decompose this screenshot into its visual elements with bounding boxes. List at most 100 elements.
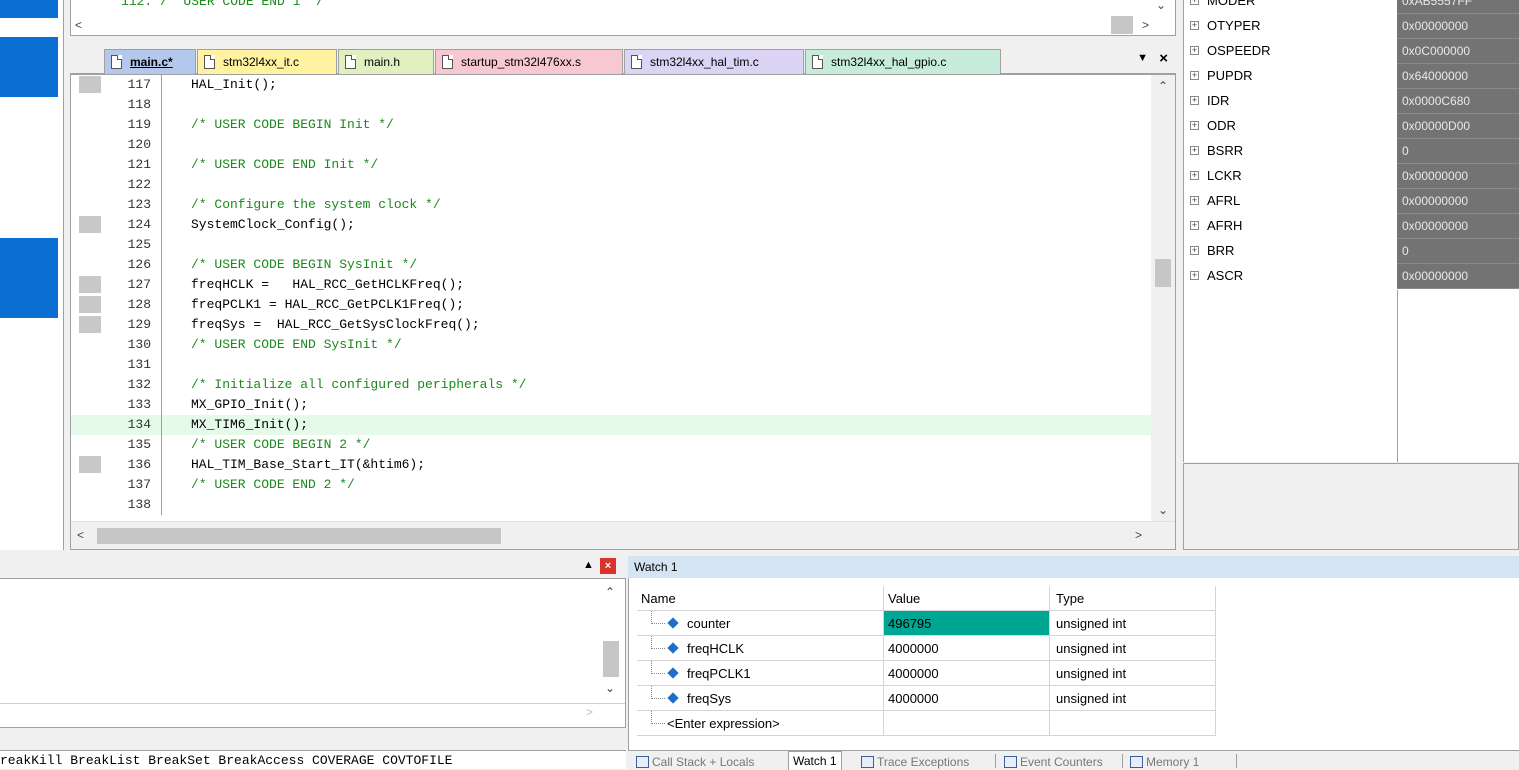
- expand-icon[interactable]: +: [1190, 71, 1199, 80]
- command-output[interactable]: ⌃ ⌄ >: [0, 578, 626, 728]
- register-value[interactable]: 0x00000000: [1397, 14, 1519, 39]
- expand-icon[interactable]: +: [1190, 246, 1199, 255]
- scroll-down-icon[interactable]: ⌄: [1156, 0, 1166, 12]
- expand-icon[interactable]: +: [1190, 271, 1199, 280]
- scroll-down-icon[interactable]: ⌄: [1158, 503, 1168, 517]
- code-line[interactable]: 120: [71, 135, 1151, 155]
- name-cell[interactable]: freqHCLK: [637, 636, 883, 661]
- code-line[interactable]: 125: [71, 235, 1151, 255]
- scrollbar-thumb[interactable]: [1111, 16, 1133, 34]
- selection-block[interactable]: [0, 238, 58, 318]
- tab-trace-exceptions[interactable]: Trace Exceptions: [861, 753, 969, 770]
- name-column-header[interactable]: Name: [637, 586, 883, 611]
- scroll-up-icon[interactable]: ⌃: [1158, 79, 1168, 93]
- value-cell[interactable]: 4000000: [883, 661, 1049, 686]
- scrollbar-thumb[interactable]: [1155, 259, 1171, 287]
- code-line[interactable]: 129 freqSys = HAL_RCC_GetSysClockFreq();: [71, 315, 1151, 335]
- code-line[interactable]: 137 /* USER CODE END 2 */: [71, 475, 1151, 495]
- register-row[interactable]: + AFRL 0x00000000: [1184, 189, 1519, 214]
- scroll-right-icon[interactable]: >: [586, 705, 593, 719]
- expand-icon[interactable]: +: [1190, 96, 1199, 105]
- pin-icon[interactable]: ▲: [583, 559, 594, 571]
- tab-call-stack[interactable]: Call Stack + Locals: [636, 753, 754, 770]
- register-row[interactable]: + BSRR 0: [1184, 139, 1519, 164]
- enter-expression-row[interactable]: <Enter expression>: [637, 711, 1216, 736]
- code-line[interactable]: 130 /* USER CODE END SysInit */: [71, 335, 1151, 355]
- coverage-marker[interactable]: [79, 456, 101, 473]
- register-row[interactable]: + ODR 0x00000D00: [1184, 114, 1519, 139]
- code-line[interactable]: 121 /* USER CODE END Init */: [71, 155, 1151, 175]
- register-value[interactable]: 0x00000000: [1397, 264, 1519, 289]
- selection-block[interactable]: [0, 37, 58, 97]
- selection-block[interactable]: [0, 0, 58, 18]
- enter-expression[interactable]: <Enter expression>: [667, 711, 780, 736]
- register-row[interactable]: + MODER 0xAB5557FF: [1184, 0, 1519, 14]
- coverage-marker[interactable]: [79, 216, 101, 233]
- code-line[interactable]: 136 HAL_TIM_Base_Start_IT(&htim6);: [71, 455, 1151, 475]
- scroll-left-icon[interactable]: <: [77, 528, 84, 542]
- scroll-left-icon[interactable]: <: [75, 18, 82, 32]
- register-value[interactable]: 0x00000000: [1397, 214, 1519, 239]
- watch-row[interactable]: freqHCLK 4000000 unsigned int: [637, 636, 1216, 661]
- code-line[interactable]: 117 HAL_Init();: [71, 75, 1151, 95]
- scroll-up-icon[interactable]: ⌃: [605, 585, 615, 599]
- register-value[interactable]: 0: [1397, 239, 1519, 264]
- tab-menu-icon[interactable]: ▼: [1137, 52, 1148, 64]
- watch-row[interactable]: counter 496795 unsigned int: [637, 611, 1216, 636]
- watch-row[interactable]: freqPCLK1 4000000 unsigned int: [637, 661, 1216, 686]
- scrollbar-thumb[interactable]: [603, 641, 619, 677]
- watch-row[interactable]: freqSys 4000000 unsigned int: [637, 686, 1216, 711]
- register-value[interactable]: 0xAB5557FF: [1397, 0, 1519, 14]
- code-line[interactable]: 118: [71, 95, 1151, 115]
- upper-editor-pane[interactable]: 112: /* USER CODE END 1 */ < > ⌄: [70, 0, 1176, 36]
- code-line[interactable]: 127 freqHCLK = HAL_RCC_GetHCLKFreq();: [71, 275, 1151, 295]
- code-line[interactable]: 122: [71, 175, 1151, 195]
- scroll-right-icon[interactable]: >: [1135, 528, 1142, 542]
- tab-startup[interactable]: startup_stm32l476xx.s: [435, 49, 623, 74]
- coverage-marker[interactable]: [79, 76, 101, 93]
- expand-icon[interactable]: +: [1190, 171, 1199, 180]
- coverage-marker[interactable]: [79, 296, 101, 313]
- name-cell[interactable]: freqSys: [637, 686, 883, 711]
- tab-hal-gpio[interactable]: stm32l4xx_hal_gpio.c: [805, 49, 1001, 74]
- expression-cell[interactable]: <Enter expression>: [637, 711, 883, 736]
- name-cell[interactable]: freqPCLK1: [637, 661, 883, 686]
- code-line[interactable]: 135 /* USER CODE BEGIN 2 */: [71, 435, 1151, 455]
- scroll-right-icon[interactable]: >: [1142, 18, 1149, 32]
- value-cell[interactable]: 496795: [883, 611, 1049, 636]
- code-line[interactable]: 132 /* Initialize all configured peripher…: [71, 375, 1151, 395]
- register-value[interactable]: 0x0C000000: [1397, 39, 1519, 64]
- register-row[interactable]: + ASCR 0x00000000: [1184, 264, 1519, 289]
- tab-main-h[interactable]: main.h: [338, 49, 434, 74]
- code-line[interactable]: 123 /* Configure the system clock */: [71, 195, 1151, 215]
- coverage-marker[interactable]: [79, 276, 101, 293]
- type-column-header[interactable]: Type: [1049, 586, 1216, 611]
- code-line[interactable]: 131: [71, 355, 1151, 375]
- tab-memory-1[interactable]: Memory 1: [1130, 753, 1199, 770]
- expand-icon[interactable]: +: [1190, 221, 1199, 230]
- register-row[interactable]: + BRR 0: [1184, 239, 1519, 264]
- code-line[interactable]: 119 /* USER CODE BEGIN Init */: [71, 115, 1151, 135]
- name-cell[interactable]: counter: [637, 611, 883, 636]
- code-line[interactable]: 134 MX_TIM6_Init();: [71, 415, 1151, 435]
- code-line[interactable]: 128 freqPCLK1 = HAL_RCC_GetPCLK1Freq();: [71, 295, 1151, 315]
- expand-icon[interactable]: +: [1190, 121, 1199, 130]
- code-line[interactable]: 124 SystemClock_Config();: [71, 215, 1151, 235]
- expand-icon[interactable]: +: [1190, 21, 1199, 30]
- register-value[interactable]: 0x64000000: [1397, 64, 1519, 89]
- expand-icon[interactable]: +: [1190, 46, 1199, 55]
- tab-main-c[interactable]: main.c*: [104, 49, 196, 74]
- value-cell[interactable]: 4000000: [883, 636, 1049, 661]
- register-row[interactable]: + OSPEEDR 0x0C000000: [1184, 39, 1519, 64]
- register-row[interactable]: + AFRH 0x00000000: [1184, 214, 1519, 239]
- command-line[interactable]: reakKill BreakList BreakSet BreakAccess …: [0, 750, 626, 769]
- close-icon[interactable]: ×: [600, 558, 616, 574]
- coverage-marker[interactable]: [79, 316, 101, 333]
- register-value[interactable]: 0x00000000: [1397, 189, 1519, 214]
- horizontal-scrollbar[interactable]: < >: [71, 521, 1175, 549]
- value-column-header[interactable]: Value: [883, 586, 1049, 611]
- code-line[interactable]: 138: [71, 495, 1151, 515]
- tab-event-counters[interactable]: Event Counters: [1004, 753, 1103, 770]
- expand-icon[interactable]: +: [1190, 196, 1199, 205]
- register-row[interactable]: + PUPDR 0x64000000: [1184, 64, 1519, 89]
